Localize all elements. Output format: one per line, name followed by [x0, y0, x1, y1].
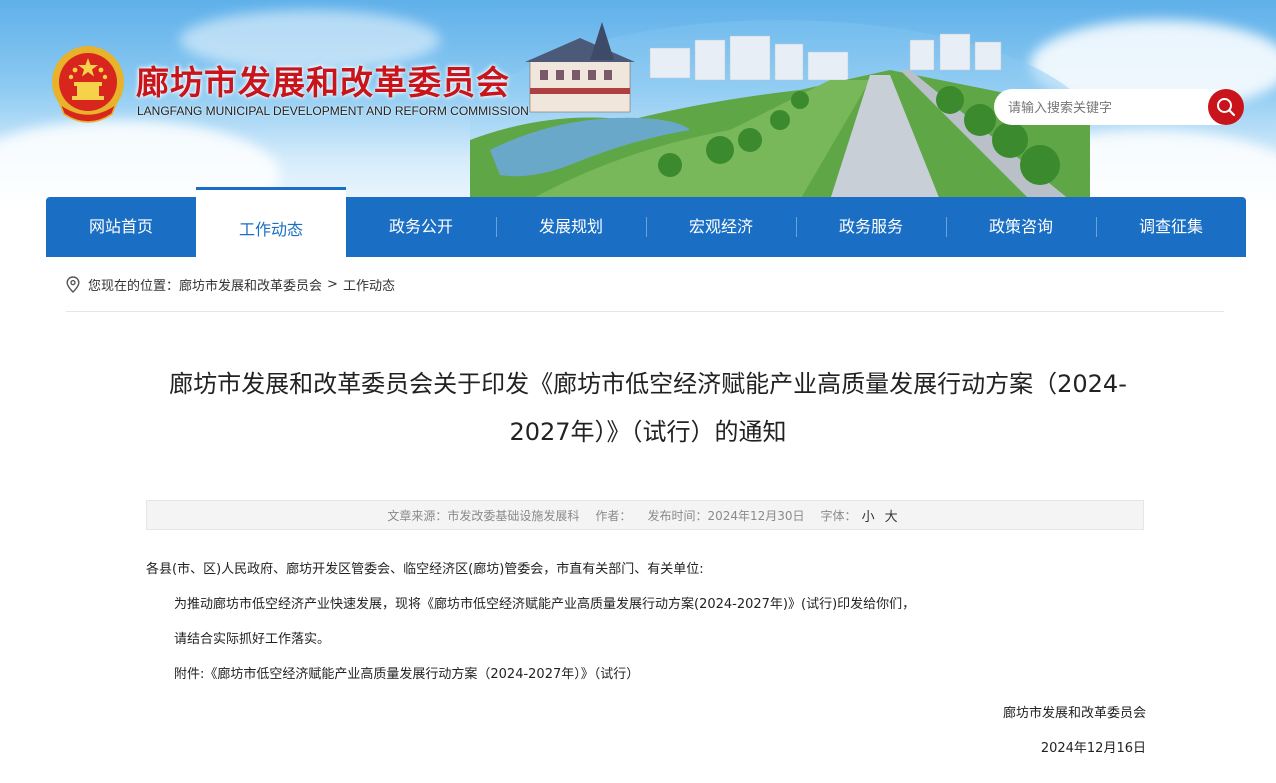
article-body: 各县(市、区)人民政府、廊坊开发区管委会、临空经济区(廊坊)管委会，市直有关部门…: [146, 560, 1146, 700]
search-button[interactable]: [1208, 89, 1244, 125]
article-title: 廊坊市发展和改革委员会关于印发《廊坊市低空经济赋能产业高质量发展行动方案（202…: [160, 360, 1136, 456]
breadcrumb-link-work-news[interactable]: 工作动态: [343, 275, 395, 294]
article-meta-bar: 文章来源： 市发改委基础设施发展科 作者： 发布时间： 2024年12月30日 …: [146, 500, 1144, 530]
header-banner: 廊坊市发展和改革委员会 LANGFANG MUNICIPAL DEVELOPME…: [0, 0, 1276, 200]
article-date: 2024年12月16日: [1040, 741, 1146, 756]
nav-item-home[interactable]: 网站首页: [46, 197, 196, 257]
site-title: 廊坊市发展和改革委员会: [136, 63, 510, 102]
nav-item-government-services[interactable]: 政务服务: [796, 197, 946, 257]
meta-author-label: 作者：: [595, 508, 632, 523]
nav-item-work-news[interactable]: 工作动态: [196, 187, 346, 257]
article-signature: 廊坊市发展和改革委员会: [1002, 706, 1146, 721]
nav-item-macro-economy[interactable]: 宏观经济: [646, 197, 796, 257]
nav-item-development-planning[interactable]: 发展规划: [496, 197, 646, 257]
breadcrumb-separator: >: [327, 277, 338, 292]
nav-item-policy-consulting[interactable]: 政策咨询: [946, 197, 1096, 257]
location-pin-icon: [66, 276, 80, 293]
article-attachment[interactable]: 附件:《廊坊市低空经济赋能产业高质量发展行动方案（2024-2027年）》（试行…: [146, 665, 1146, 700]
breadcrumb-prefix: 您现在的位置：: [88, 279, 180, 294]
meta-source-label: 文章来源：: [387, 508, 448, 523]
meta-time: 2024年12月30日: [707, 508, 805, 523]
article-paragraph: 请结合实际抓好工作落实。: [174, 632, 331, 647]
meta-source: 市发改委基础设施发展科: [447, 508, 580, 523]
article-paragraph: 各县(市、区)人民政府、廊坊开发区管委会、临空经济区(廊坊)管委会，市直有关部门…: [146, 562, 704, 577]
search-icon: [1217, 98, 1236, 117]
site-subtitle: LANGFANG MUNICIPAL DEVELOPMENT AND REFOR…: [137, 104, 529, 118]
article-title-line2: 2027年）》（试行）的通知: [509, 418, 787, 446]
breadcrumb-link-home[interactable]: 廊坊市发展和改革委员会: [179, 275, 322, 294]
meta-font-label: 字体：: [820, 508, 857, 523]
national-emblem-icon: [52, 46, 124, 123]
nav-item-government-affairs[interactable]: 政务公开: [346, 197, 496, 257]
article-paragraph: 为推动廊坊市低空经济产业快速发展，现将《廊坊市低空经济赋能产业高质量发展行动方案…: [174, 597, 916, 612]
search-box: [994, 89, 1244, 127]
font-size-small-button[interactable]: 小: [862, 506, 875, 525]
main-nav: 网站首页 工作动态 政务公开 发展规划 宏观经济 政务服务 政策咨询 调查征集: [46, 187, 1246, 257]
breadcrumb: 您现在的位置： 廊坊市发展和改革委员会 > 工作动态: [66, 275, 395, 294]
article-title-line1: 廊坊市发展和改革委员会关于印发《廊坊市低空经济赋能产业高质量发展行动方案（202…: [169, 370, 1127, 398]
search-input[interactable]: [1006, 89, 1200, 127]
meta-time-label: 发布时间：: [647, 508, 708, 523]
font-size-large-button[interactable]: 大: [885, 506, 898, 525]
nav-item-survey[interactable]: 调查征集: [1096, 197, 1246, 257]
divider: [66, 311, 1224, 312]
